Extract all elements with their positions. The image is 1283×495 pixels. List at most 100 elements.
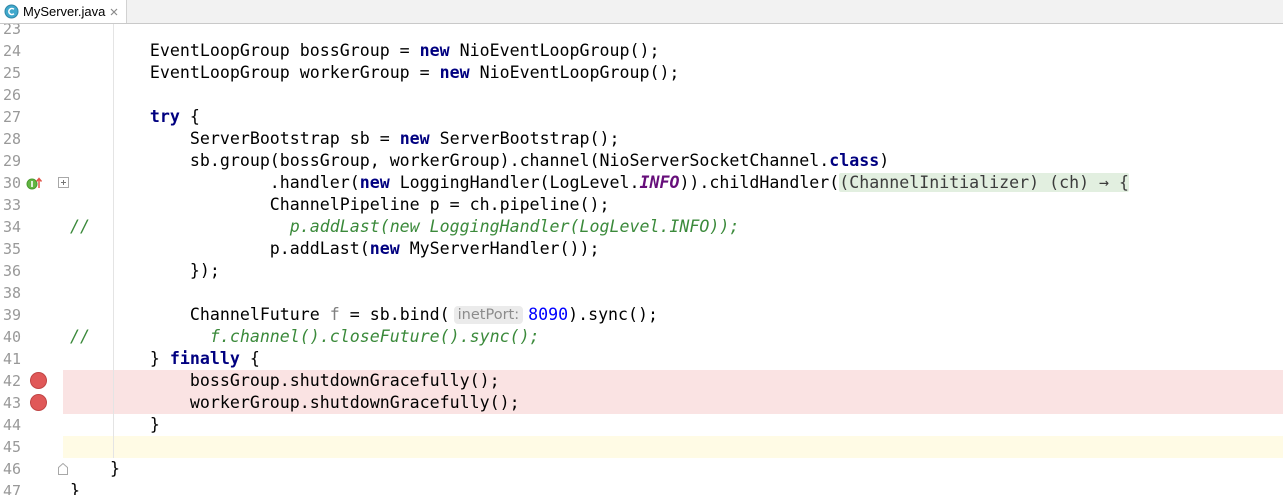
comment-line: // f.channel().closeFuture().sync(); (70, 327, 540, 346)
code-token: workerGroup.shutdownGracefully(); (70, 393, 520, 412)
code-text: sb.group(bossGroup, workerGroup).channel… (70, 150, 889, 172)
line-number: 38 (2, 284, 21, 302)
code-text: workerGroup.shutdownGracefully(); (70, 392, 520, 414)
fold-expand-icon[interactable] (58, 177, 69, 189)
line-number: 28 (2, 130, 21, 148)
indent-guide (113, 24, 114, 458)
code-line[interactable]: 26 (0, 84, 1283, 106)
code-line[interactable]: 29 sb.group(bossGroup, workerGroup).chan… (0, 150, 1283, 172)
line-number: 26 (2, 86, 21, 104)
code-token: { (239, 349, 260, 368)
line-number: 40 (2, 328, 21, 346)
keyword-token: new (419, 41, 450, 60)
code-token: EventLoopGroup workerGroup = (70, 63, 440, 82)
code-line[interactable]: 34 // p.addLast(new LoggingHandler(LogLev… (0, 216, 1283, 238)
code-text: EventLoopGroup bossGroup = new NioEventL… (70, 40, 660, 62)
keyword-token: new (439, 63, 470, 82)
code-line[interactable]: 45 (0, 436, 1283, 458)
code-token: ChannelPipeline p = ch.pipeline(); (70, 195, 610, 214)
line-number: 42 (2, 372, 21, 390)
keyword-token: new (359, 173, 390, 192)
keyword-token: finally (169, 349, 240, 368)
code-token: } (70, 415, 160, 434)
code-line[interactable]: 40 // f.channel().closeFuture().sync(); (0, 326, 1283, 348)
code-token: NioEventLoopGroup(); (469, 63, 680, 82)
code-token: MyServerHandler()); (399, 239, 600, 258)
editor-tab-myserver[interactable]: MyServer.java (0, 0, 127, 23)
line-number: 43 (2, 394, 21, 412)
code-line[interactable]: 46 } (0, 458, 1283, 480)
code-lines: 23 24 EventLoopGroup bossGroup = new NioE… (0, 24, 1283, 495)
code-token: sb.group(bossGroup, workerGroup).channel… (70, 151, 830, 170)
code-token: { (179, 107, 200, 126)
line-number: 34 (2, 218, 21, 236)
code-text: }); (70, 260, 220, 282)
keyword-token: new (369, 239, 400, 258)
line-number: 45 (2, 438, 21, 456)
code-line[interactable]: 44 } (0, 414, 1283, 436)
line-number: 41 (2, 350, 21, 368)
line-number: 36 (2, 262, 21, 280)
code-line[interactable]: 38 (0, 282, 1283, 304)
code-line[interactable]: 28 ServerBootstrap sb = new ServerBootst… (0, 128, 1283, 150)
code-line[interactable]: 35 p.addLast(new MyServerHandler()); (0, 238, 1283, 260)
code-text: // f.channel().closeFuture().sync(); (70, 326, 540, 348)
line-number: 30 (2, 174, 21, 192)
code-line[interactable]: 43 workerGroup.shutdownGracefully(); (0, 392, 1283, 414)
code-token: } (70, 459, 120, 478)
constant-token: INFO (639, 173, 680, 192)
comment-line: // p.addLast(new LoggingHandler(LogLevel… (70, 217, 740, 236)
code-text: ServerBootstrap sb = new ServerBootstrap… (70, 128, 620, 150)
code-text: } (70, 414, 160, 436)
code-token: ) (879, 151, 890, 170)
code-line[interactable]: 41 } finally { (0, 348, 1283, 370)
code-line[interactable]: 27 try { (0, 106, 1283, 128)
code-text: } (70, 480, 80, 495)
number-literal: 8090 (528, 305, 569, 324)
code-line[interactable]: 36 }); (0, 260, 1283, 282)
code-text: try { (70, 106, 200, 128)
code-token: p.addLast( (70, 239, 370, 258)
keyword-token: try (70, 107, 180, 126)
code-line[interactable]: 24 EventLoopGroup bossGroup = new NioEve… (0, 40, 1283, 62)
breakpoint-icon[interactable] (30, 394, 47, 411)
code-line[interactable]: 42 bossGroup.shutdownGracefully(); (0, 370, 1283, 392)
line-number: 47 (2, 482, 21, 495)
code-text: bossGroup.shutdownGracefully(); (70, 370, 500, 392)
code-line[interactable]: 47} (0, 480, 1283, 495)
code-editor[interactable]: 23 24 EventLoopGroup bossGroup = new NioE… (0, 24, 1283, 495)
line-number: 39 (2, 306, 21, 324)
code-token: ).sync(); (568, 305, 659, 324)
implements-method-icon[interactable] (26, 176, 44, 190)
code-token: ServerBootstrap sb = (70, 129, 400, 148)
code-line[interactable]: 25 EventLoopGroup workerGroup = new NioE… (0, 62, 1283, 84)
code-token: } (70, 349, 170, 368)
line-number: 44 (2, 416, 21, 434)
code-text: // p.addLast(new LoggingHandler(LogLevel… (70, 216, 739, 238)
code-token: )).childHandler( (679, 173, 840, 192)
close-icon[interactable] (110, 8, 118, 16)
code-text: p.addLast(new MyServerHandler()); (70, 238, 600, 260)
fold-end-icon[interactable] (58, 463, 69, 475)
code-text: } finally { (70, 348, 260, 370)
code-text: EventLoopGroup workerGroup = new NioEven… (70, 62, 680, 84)
breakpoint-icon[interactable] (30, 372, 47, 389)
code-text: ChannelPipeline p = ch.pipeline(); (70, 194, 610, 216)
code-line[interactable]: 39 ChannelFuture f = sb.bind(inetPort: 80… (0, 304, 1283, 326)
folded-code-placeholder[interactable]: (ChannelInitializer) (ch) → { (839, 173, 1130, 192)
parameter-hint: inetPort: (453, 306, 524, 324)
code-line[interactable]: 23 (0, 24, 1283, 40)
code-token: ServerBootstrap(); (429, 129, 620, 148)
code-text: .handler(new LoggingHandler(LogLevel.INF… (70, 172, 1130, 194)
line-number: 46 (2, 460, 21, 478)
code-text: ChannelFuture f = sb.bind(inetPort: 8090)… (70, 304, 658, 326)
unused-variable: f (329, 305, 340, 324)
code-line[interactable]: 33 ChannelPipeline p = ch.pipeline(); (0, 194, 1283, 216)
line-number: 27 (2, 108, 21, 126)
code-line[interactable]: 30 .handler(new LoggingHandler(LogLevel.… (0, 172, 1283, 194)
line-number: 25 (2, 64, 21, 82)
code-token: NioEventLoopGroup(); (449, 41, 660, 60)
tab-title: MyServer.java (23, 4, 106, 19)
code-token: EventLoopGroup bossGroup = (70, 41, 420, 60)
code-text: } (70, 458, 120, 480)
